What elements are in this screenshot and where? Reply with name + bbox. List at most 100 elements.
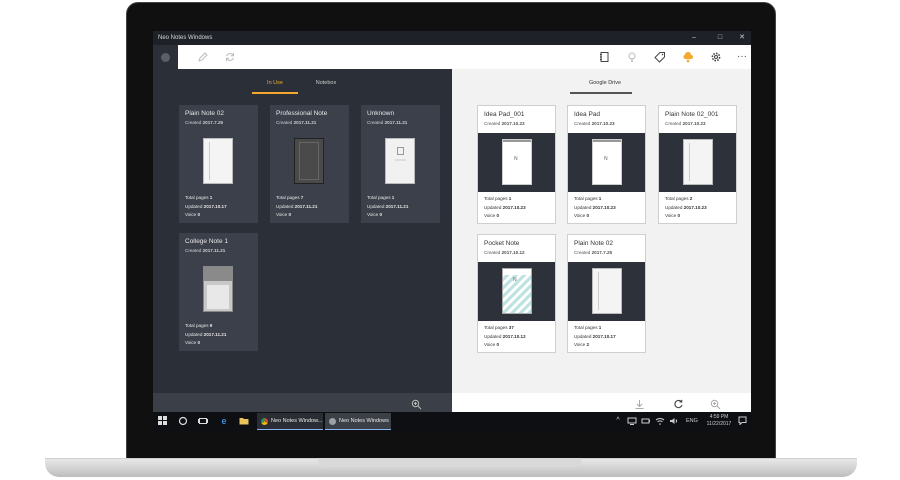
notebook-title: Plain Note 02 [574, 240, 614, 247]
title-bar: Neo Notes Windows – □ ✕ [153, 31, 751, 45]
notebook-cover: N [502, 268, 532, 314]
windows-start-icon[interactable] [157, 416, 167, 426]
edge-icon[interactable]: e [219, 416, 229, 426]
notebook-title: Idea Pad_001 [484, 111, 525, 118]
notebook-meta: Total pages 1 Updated 2017.10.17 Voice 2 [574, 325, 616, 348]
taskbar: e Neo Notes Window... Neo Notes Windows … [153, 412, 751, 431]
notebook-meta: Total pages 7 Updated 2017.11.21 Voice 0 [276, 195, 318, 218]
created-date: Created 2017.11.21 [367, 120, 408, 125]
notebook-card[interactable]: Idea Pad Created 2017.10.23 N Total page… [567, 105, 646, 224]
notebook-card[interactable]: Plain Note 02 Created 2017.7.25 Total pa… [567, 234, 646, 353]
notebook-meta: Total pages 9 Updated 2017.11.21 Voice 0 [185, 323, 227, 346]
task-view-icon[interactable] [198, 416, 208, 426]
notebook-card[interactable]: Pocket Note Created 2017.10.12 N Total p… [477, 234, 556, 353]
toolbar: ··· [178, 45, 751, 69]
notebook-cover [203, 266, 233, 312]
in-use-pane: In Use Notebox Plain Note 02 Created 201… [153, 69, 452, 411]
tab-in-use[interactable]: In Use [253, 80, 297, 86]
tab-notebox[interactable]: Notebox [304, 80, 348, 86]
cover-area [179, 132, 258, 191]
more-icon[interactable]: ··· [736, 51, 748, 63]
notebook-title: Plain Note 02_001 [665, 111, 719, 118]
notebook-cover [385, 138, 415, 184]
clock-time: 4:59 PM [709, 414, 729, 420]
notebook-cover: N [592, 139, 622, 185]
chrome-icon [261, 418, 268, 425]
created-date: Created 2017.10.23 [574, 121, 615, 126]
volume-icon[interactable] [669, 416, 679, 426]
created-date: Created 2017.10.12 [484, 250, 525, 255]
show-hidden-icons-icon[interactable]: ^ [613, 416, 623, 426]
avatar[interactable] [161, 53, 170, 62]
created-date: Created 2017.11.21 [276, 120, 317, 125]
cloud-upload-icon[interactable] [682, 51, 694, 63]
bottom-bar [153, 393, 751, 412]
cover-area [270, 132, 349, 191]
file-explorer-icon[interactable] [239, 416, 249, 426]
notebook-title: Plain Note 02 [185, 110, 225, 117]
lightbulb-icon[interactable] [626, 51, 638, 63]
notebook-icon[interactable] [598, 51, 610, 63]
notebook-title: Professional Note [276, 110, 328, 117]
notebook-cover [203, 138, 233, 184]
notebook-card[interactable]: Unknown Created 2017.11.21 Total pages 1… [361, 105, 440, 223]
language-indicator[interactable]: ENG [686, 418, 698, 424]
close-button[interactable]: ✕ [733, 31, 751, 45]
created-date: Created 2017.7.25 [574, 250, 613, 255]
clock-date: 11/22/2017 [706, 421, 732, 427]
notebook-meta: Total pages 1 Updated 2017.10.23 Voice 0 [484, 196, 526, 219]
notebook-title: Idea Pad [574, 111, 601, 118]
google-drive-pane: Google Drive Idea Pad_001 Created 2017.1… [452, 69, 751, 411]
cortana-icon[interactable] [178, 416, 188, 426]
minimize-button[interactable]: – [685, 31, 703, 45]
created-date: Created 2017.7.25 [185, 120, 224, 125]
notebook-cover [683, 139, 713, 185]
notebook-card[interactable]: Plain Note 02_001 Created 2017.10.23 Tot… [658, 105, 737, 224]
cover-area [659, 133, 736, 192]
cover-area [568, 262, 645, 321]
action-center-icon[interactable] [737, 416, 747, 426]
notebook-meta: Total pages 37 Updated 2017.10.12 Voice … [484, 325, 526, 348]
left-rail [153, 45, 178, 69]
cover-area [361, 132, 440, 191]
pen-icon[interactable] [197, 51, 209, 63]
left-bottom-bar [153, 393, 452, 412]
gear-icon[interactable] [710, 51, 722, 63]
notebook-card[interactable]: College Note 1 Created 2017.11.21 Total … [179, 233, 258, 351]
battery-icon[interactable] [641, 416, 651, 426]
tag-icon[interactable] [654, 51, 666, 63]
notebook-card[interactable]: Plain Note 02 Created 2017.7.25 Total pa… [179, 105, 258, 223]
notebook-card[interactable]: Professional Note Created 2017.11.21 Tot… [270, 105, 349, 223]
network-icon[interactable] [627, 416, 637, 426]
wifi-icon[interactable] [655, 416, 665, 426]
notebook-meta: Total pages 1 Updated 2017.10.17 Voice 0 [185, 195, 227, 218]
notebook-meta: Total pages 1 Updated 2017.10.23 Voice 0 [574, 196, 616, 219]
notebook-cover: N [502, 139, 532, 185]
cover-area: N [568, 133, 645, 192]
laptop-notch [318, 458, 582, 467]
clock[interactable]: 4:59 PM 11/22/2017 [704, 414, 734, 428]
tab-google-drive-underline [570, 92, 632, 94]
created-date: Created 2017.11.21 [185, 248, 226, 253]
notebook-title: Unknown [367, 110, 395, 117]
taskbar-app-neo-notes[interactable]: Neo Notes Windows [325, 413, 391, 430]
notebook-title: College Note 1 [185, 238, 228, 245]
created-date: Created 2017.10.23 [484, 121, 525, 126]
sync-icon[interactable] [224, 51, 236, 63]
right-bottom-bar [452, 393, 751, 412]
cover-area: N [478, 133, 555, 192]
tab-in-use-underline [252, 92, 298, 94]
neo-notes-icon [329, 418, 336, 425]
notebook-title: Pocket Note [484, 240, 520, 247]
taskbar-app-chrome[interactable]: Neo Notes Window... [257, 413, 323, 430]
notebook-card[interactable]: Idea Pad_001 Created 2017.10.23 N Total … [477, 105, 556, 224]
notebook-meta: Total pages 2 Updated 2017.10.23 Voice 0 [665, 196, 707, 219]
cover-area: N [478, 262, 555, 321]
cover-area [179, 260, 258, 319]
app-screen: Neo Notes Windows – □ ✕ ··· In Use Noteb… [153, 31, 751, 431]
tab-google-drive[interactable]: Google Drive [577, 80, 633, 86]
maximize-button[interactable]: □ [711, 31, 729, 45]
notebook-cover [294, 138, 324, 184]
notebook-meta: Total pages 1 Updated 2017.11.21 Voice 0 [367, 195, 409, 218]
created-date: Created 2017.10.23 [665, 121, 706, 126]
